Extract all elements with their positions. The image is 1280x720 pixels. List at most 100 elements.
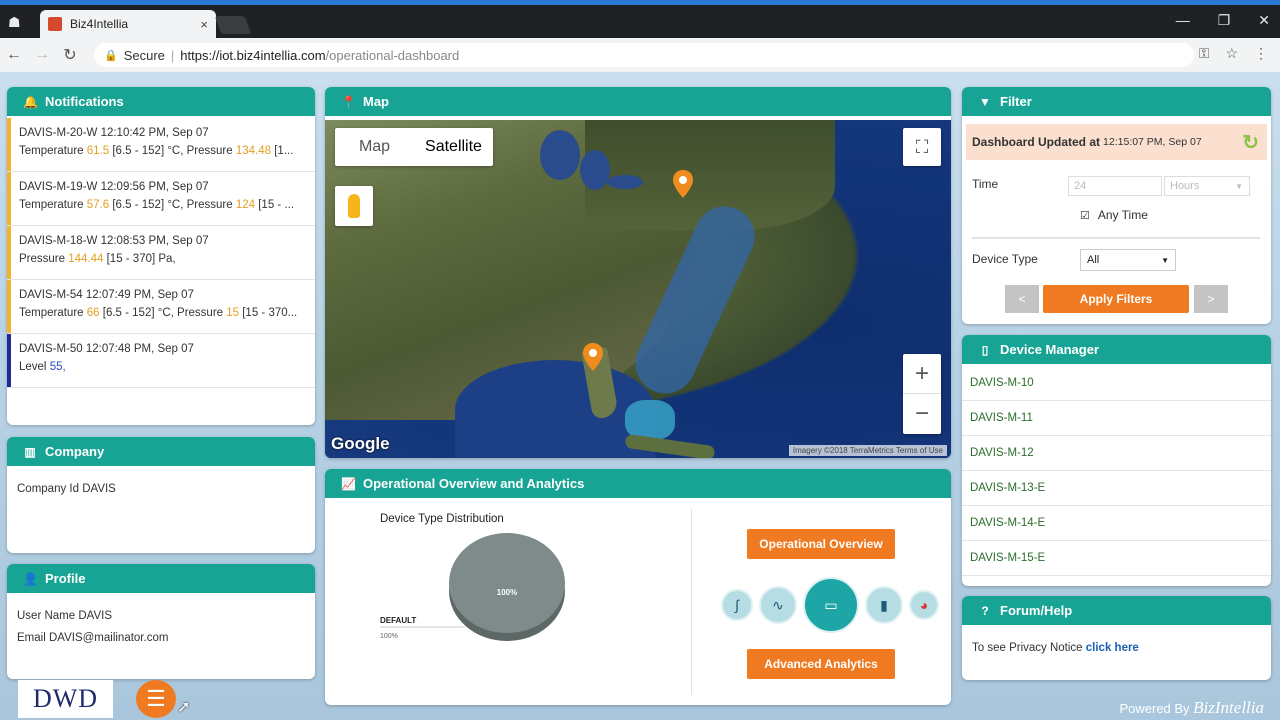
- building-icon: ▥: [24, 444, 36, 459]
- close-window-icon[interactable]: ✕: [1258, 12, 1270, 29]
- titlebar-accent: [0, 0, 1280, 5]
- notification-value: 55,: [49, 361, 66, 373]
- browser-tab[interactable]: Biz4Intellia ×: [40, 10, 216, 38]
- analytics-icon: 📈: [341, 476, 356, 491]
- notification-item[interactable]: DAVIS-M-20-W 12:10:42 PM, Sep 07 Tempera…: [7, 118, 315, 172]
- notification-value: 134.48: [235, 145, 272, 157]
- device-type-select[interactable]: All ▼: [1080, 249, 1176, 271]
- analytics-icon-row: ∫ ∿ ▭ ▮ ◕: [721, 577, 939, 633]
- device-list-item[interactable]: DAVIS-M-10: [962, 366, 1271, 401]
- notification-value: 124: [235, 199, 256, 211]
- mobile-device-icon: ▯: [981, 342, 989, 357]
- map-type-satellite[interactable]: Satellite: [414, 128, 493, 166]
- tab-close-icon[interactable]: ×: [200, 17, 208, 32]
- address-bar: ← → ↻ 🔒 Secure | https://iot.biz4intelli…: [0, 38, 1280, 72]
- menu-dots-icon[interactable]: ⋮: [1254, 45, 1268, 62]
- map-type-map[interactable]: Map: [335, 128, 414, 166]
- profile-email: Email DAVIS@mailinator.com: [17, 632, 169, 644]
- forum-help-panel: ? Forum/Help To see Privacy Notice click…: [962, 596, 1271, 680]
- updated-label: Dashboard Updated at: [972, 135, 1101, 149]
- notification-value: 57.6: [86, 199, 110, 211]
- device-type-label: Device Type: [972, 252, 1038, 266]
- time-unit-select[interactable]: Hours ▼: [1164, 176, 1250, 196]
- prev-button[interactable]: <: [1005, 285, 1039, 313]
- dashboard-updated-banner: Dashboard Updated at 12:15:07 PM, Sep 07…: [966, 124, 1267, 160]
- notification-value: 61.5: [86, 145, 110, 157]
- device-list-item[interactable]: DAVIS-M-13-E: [962, 471, 1271, 506]
- any-time-label: Any Time: [1097, 208, 1148, 222]
- device-manager-title: Device Manager: [1000, 342, 1099, 357]
- bizintellia-brand: BizIntellia: [1193, 698, 1264, 717]
- company-title: Company: [45, 444, 105, 459]
- notification-value: 144.44: [68, 253, 104, 265]
- notification-item[interactable]: DAVIS-M-50 12:07:48 PM, Sep 07 Level 55,: [7, 334, 315, 388]
- notification-head: DAVIS-M-19-W 12:09:56 PM, Sep 07: [19, 181, 209, 193]
- company-panel: ▥ Company Company Id DAVIS: [7, 437, 315, 553]
- privacy-notice-text: To see Privacy Notice: [972, 642, 1086, 654]
- time-input[interactable]: 24: [1068, 176, 1162, 196]
- secure-label: Secure: [123, 47, 165, 63]
- device-list-item[interactable]: DAVIS-M-11: [962, 401, 1271, 436]
- new-tab-button[interactable]: [214, 16, 252, 34]
- privacy-link[interactable]: click here: [1086, 642, 1139, 654]
- zoom-out-button[interactable]: −: [903, 394, 941, 434]
- device-marker-icon[interactable]: [583, 343, 603, 371]
- notification-value: 15: [226, 307, 240, 319]
- chart-title: Device Type Distribution: [380, 513, 504, 525]
- back-icon[interactable]: ←: [0, 46, 28, 64]
- map-canvas[interactable]: Map Satellite ⛶ + − Google Imagery ©2018…: [325, 120, 951, 458]
- google-logo: Google: [331, 434, 390, 453]
- minimize-icon[interactable]: —: [1176, 12, 1190, 29]
- notification-item[interactable]: DAVIS-M-19-W 12:09:56 PM, Sep 07 Tempera…: [7, 172, 315, 226]
- notification-item[interactable]: DAVIS-M-54 12:07:49 PM, Sep 07 Temperatu…: [7, 280, 315, 334]
- next-button[interactable]: >: [1194, 285, 1228, 313]
- forward-icon[interactable]: →: [28, 46, 56, 64]
- bookmark-star-icon[interactable]: ☆: [1225, 45, 1238, 62]
- map-pin-icon: 📍: [341, 94, 356, 109]
- bar-chart-icon[interactable]: ▮: [865, 586, 903, 624]
- fullscreen-icon[interactable]: ⛶: [903, 128, 941, 166]
- trend-line-icon[interactable]: ∿: [759, 586, 797, 624]
- pie-slice-default[interactable]: [449, 533, 565, 633]
- profile-title: Profile: [45, 571, 86, 586]
- zoom-in-button[interactable]: +: [903, 354, 941, 394]
- reload-icon[interactable]: ↻: [56, 45, 84, 65]
- street-view-pegman-icon[interactable]: [335, 186, 373, 226]
- checkbox-checked-icon[interactable]: ☑: [1080, 209, 1090, 222]
- dashboard-monitor-icon[interactable]: ▭: [803, 577, 859, 633]
- device-list-item[interactable]: DAVIS-M-14-E: [962, 506, 1271, 541]
- company-id: Company Id DAVIS: [17, 483, 116, 495]
- maximize-icon[interactable]: ❐: [1218, 12, 1231, 29]
- pie-chart-icon[interactable]: ◕: [909, 590, 939, 620]
- map-type-control: Map Satellite: [335, 128, 493, 166]
- map-attribution[interactable]: Imagery ©2018 TerraMetrics Terms of Use: [788, 445, 947, 456]
- map-header: 📍 Map: [325, 87, 951, 118]
- key-icon[interactable]: ⚿: [1199, 45, 1210, 62]
- profile-username: User Name DAVIS: [17, 610, 113, 622]
- operational-overview-button[interactable]: Operational Overview: [747, 529, 895, 559]
- dwd-logo: DWD: [18, 680, 113, 718]
- apply-filters-button[interactable]: Apply Filters: [1043, 285, 1189, 313]
- analytics-panel: 📈 Operational Overview and Analytics Dev…: [325, 469, 951, 705]
- device-list-item[interactable]: DAVIS-M-15-E: [962, 541, 1271, 576]
- incognito-icon: ☗: [8, 14, 21, 30]
- refresh-icon[interactable]: ↻: [1242, 130, 1259, 155]
- bell-icon: 🔔: [23, 94, 38, 109]
- legend-label: DEFAULT: [380, 616, 416, 625]
- advanced-analytics-button[interactable]: Advanced Analytics: [747, 649, 895, 679]
- lock-icon: 🔒: [104, 49, 118, 62]
- any-time-checkbox[interactable]: ☑ Any Time: [1080, 208, 1148, 222]
- pulse-analytics-icon[interactable]: ∫: [721, 589, 753, 621]
- url-field[interactable]: 🔒 Secure | https://iot.biz4intellia.com /…: [94, 43, 1194, 67]
- chevron-down-icon: ▼: [1235, 181, 1243, 191]
- device-marker-icon[interactable]: [673, 170, 693, 198]
- filter-title: Filter: [1000, 94, 1032, 109]
- hamburger-menu-icon[interactable]: ☰: [136, 680, 176, 718]
- profile-header: 👤 Profile: [7, 564, 315, 595]
- notifications-panel: 🔔 Notifications DAVIS-M-20-W 12:10:42 PM…: [7, 87, 315, 425]
- url-path: /operational-dashboard: [325, 47, 460, 63]
- device-list-item[interactable]: DAVIS-M-12: [962, 436, 1271, 471]
- map-panel: 📍 Map Map Satellite ⛶ + − Google Imagery…: [325, 87, 951, 458]
- browser-titlebar: ☗ Biz4Intellia × — ❐ ✕: [0, 0, 1280, 38]
- notification-item[interactable]: DAVIS-M-18-W 12:08:53 PM, Sep 07 Pressur…: [7, 226, 315, 280]
